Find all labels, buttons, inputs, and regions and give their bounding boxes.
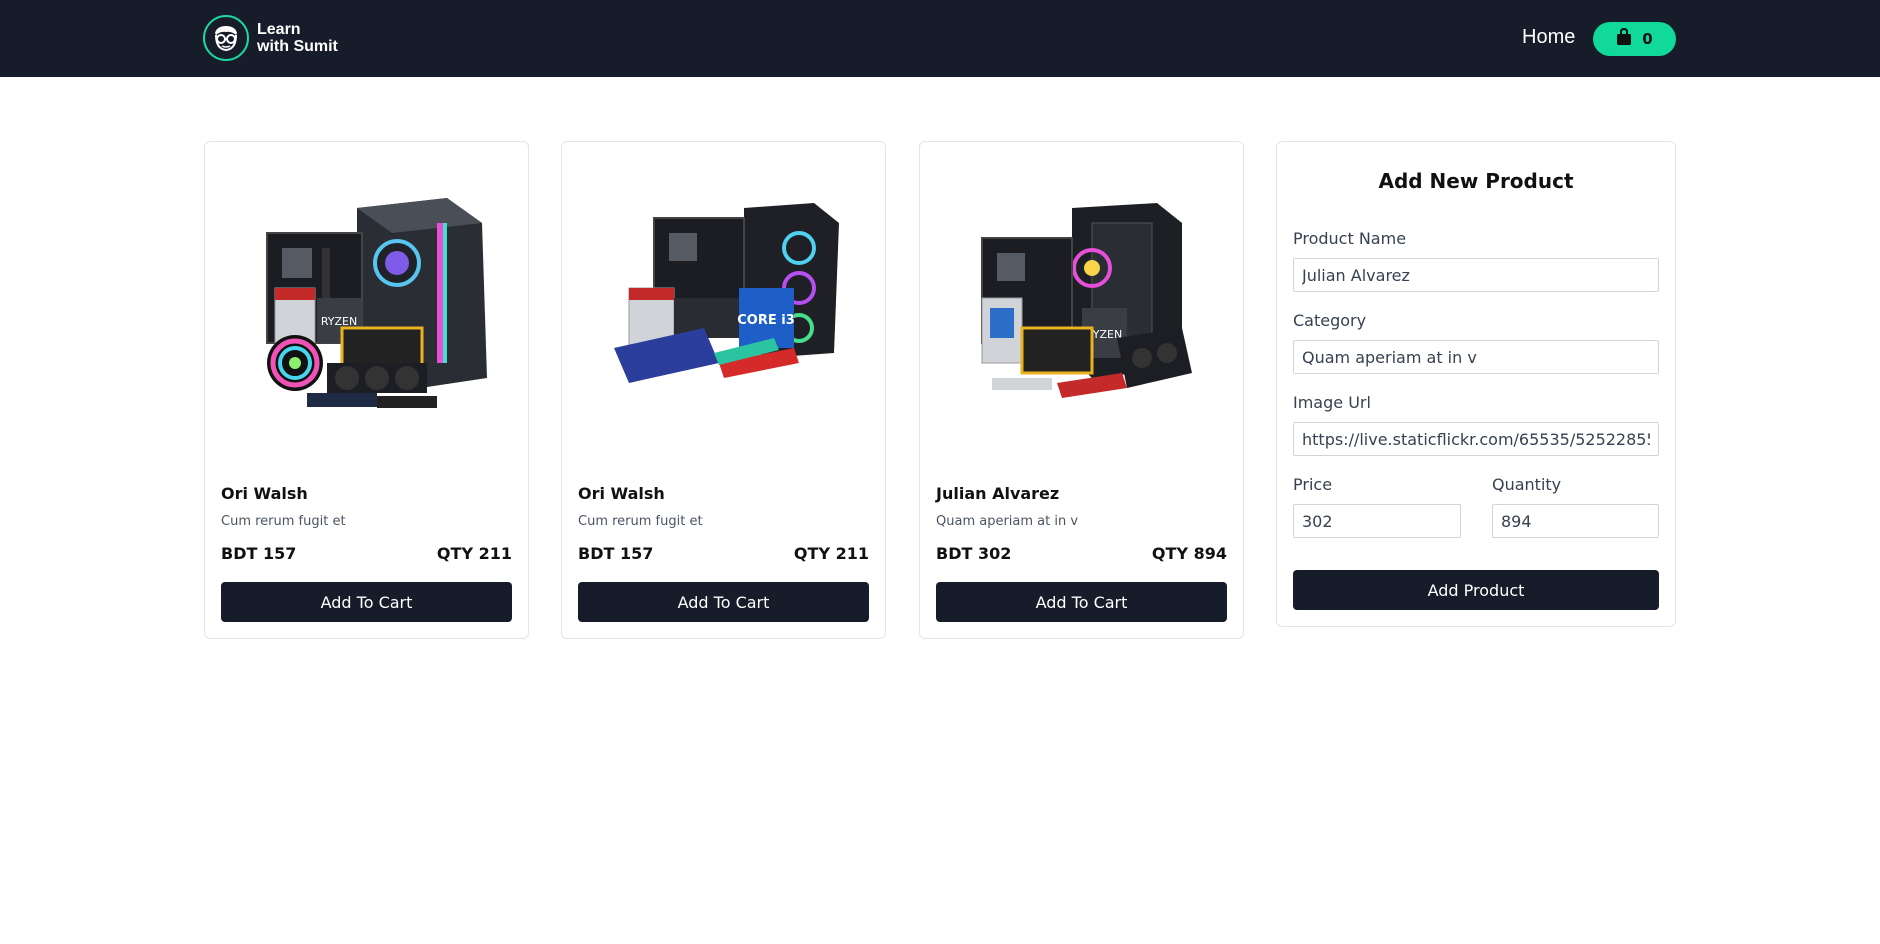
add-to-cart-button[interactable]: Add To Cart bbox=[936, 582, 1227, 622]
brand-line-1: Learn bbox=[257, 21, 301, 38]
product-quantity: QTY 211 bbox=[436, 544, 512, 563]
core-i3-box-label: CORE i3 bbox=[737, 313, 795, 328]
product-price: BDT 157 bbox=[221, 544, 297, 563]
add-product-form: Add New Product Product Name Category Im… bbox=[1276, 141, 1676, 627]
product-name-input[interactable] bbox=[1293, 258, 1659, 292]
product-card: CORE i3 Ori Walsh Cum rerum fugit et BDT… bbox=[561, 141, 886, 639]
top-navbar: Learn with Sumit Home 0 bbox=[0, 0, 1880, 77]
product-card: RYZEN Ori Walsh Cum rerum fugit et BDT 1… bbox=[204, 141, 529, 639]
add-to-cart-button[interactable]: Add To Cart bbox=[578, 582, 869, 622]
product-category: Quam aperiam at in v bbox=[936, 514, 1079, 529]
product-card: RYZEN Julian Alvarez Quam aperiam at in … bbox=[919, 141, 1244, 639]
add-product-button[interactable]: Add Product bbox=[1293, 570, 1659, 610]
brand-line-2: with Sumit bbox=[257, 38, 338, 55]
image-url-input[interactable] bbox=[1293, 422, 1659, 456]
image-url-label: Image Url bbox=[1293, 393, 1371, 412]
product-image: CORE i3 bbox=[578, 158, 869, 448]
product-name-label: Product Name bbox=[1293, 229, 1407, 248]
product-quantity: QTY 211 bbox=[793, 544, 869, 563]
cart-count-badge: 0 bbox=[1642, 30, 1653, 48]
product-name: Julian Alvarez bbox=[936, 484, 1060, 503]
product-quantity: QTY 894 bbox=[1151, 544, 1227, 563]
product-name: Ori Walsh bbox=[578, 484, 665, 503]
quantity-label: Quantity bbox=[1492, 475, 1562, 494]
home-link[interactable]: Home bbox=[1522, 26, 1575, 49]
developer-face-icon bbox=[203, 15, 249, 61]
product-category: Cum rerum fugit et bbox=[578, 514, 703, 529]
quantity-input[interactable] bbox=[1492, 504, 1659, 538]
product-price: BDT 302 bbox=[936, 544, 1012, 563]
cart-button[interactable]: 0 bbox=[1593, 22, 1676, 56]
category-input[interactable] bbox=[1293, 340, 1659, 374]
product-name: Ori Walsh bbox=[221, 484, 308, 503]
product-image: RYZEN bbox=[936, 158, 1227, 448]
price-input[interactable] bbox=[1293, 504, 1461, 538]
product-price: BDT 157 bbox=[578, 544, 654, 563]
category-label: Category bbox=[1293, 311, 1367, 330]
form-title: Add New Product bbox=[1378, 169, 1574, 193]
brand-logo-link[interactable]: Learn with Sumit bbox=[203, 15, 338, 61]
add-to-cart-button[interactable]: Add To Cart bbox=[221, 582, 512, 622]
product-category: Cum rerum fugit et bbox=[221, 514, 346, 529]
brand-name: Learn with Sumit bbox=[257, 21, 338, 55]
shopping-bag-icon bbox=[1616, 27, 1632, 50]
product-image: RYZEN bbox=[221, 158, 512, 448]
price-label: Price bbox=[1293, 475, 1333, 494]
ryzen-box-label: RYZEN bbox=[320, 315, 356, 328]
